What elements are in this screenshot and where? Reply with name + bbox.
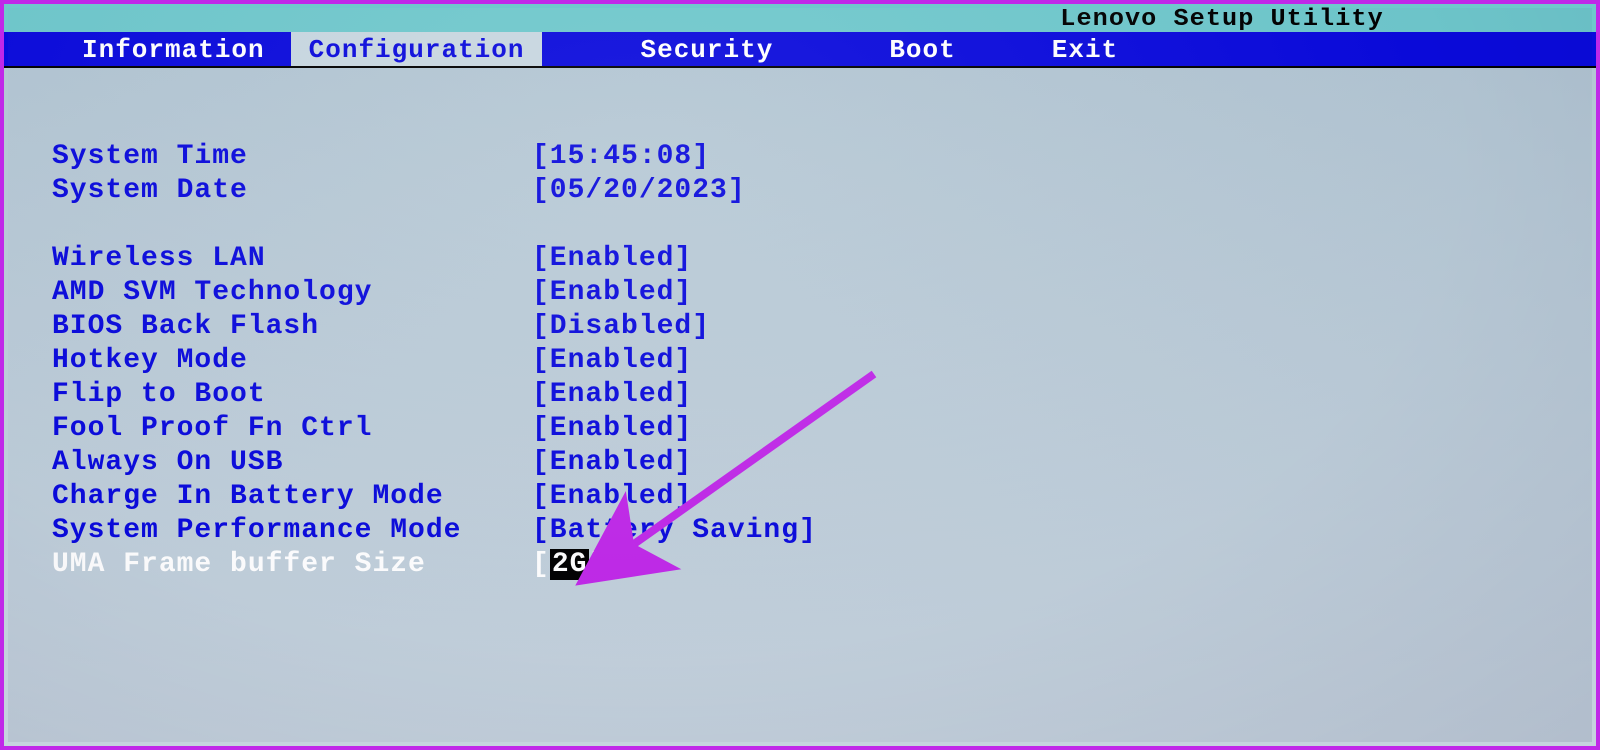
row-amd-svm[interactable]: AMD SVM Technology [Enabled]	[52, 276, 1556, 310]
row-system-date[interactable]: System Date [05/20/2023]	[52, 174, 1556, 208]
config-panel: System Time [15:45:08] System Date [05/2…	[4, 68, 1596, 746]
value-system-performance-mode[interactable]: [Battery Saving]	[532, 514, 817, 548]
label-system-date: System Date	[52, 174, 532, 208]
row-always-on-usb[interactable]: Always On USB [Enabled]	[52, 446, 1556, 480]
label-hotkey-mode: Hotkey Mode	[52, 344, 532, 378]
value-fool-proof-fn[interactable]: [Enabled]	[532, 412, 692, 446]
row-bios-back-flash[interactable]: BIOS Back Flash [Disabled]	[52, 310, 1556, 344]
row-system-time[interactable]: System Time [15:45:08]	[52, 140, 1556, 174]
row-uma-frame-buffer-size[interactable]: UMA Frame buffer Size [2G]	[52, 548, 1556, 582]
label-amd-svm: AMD SVM Technology	[52, 276, 532, 310]
title-bar: Lenovo Setup Utility	[4, 4, 1596, 32]
value-flip-to-boot[interactable]: [Enabled]	[532, 378, 692, 412]
row-flip-to-boot[interactable]: Flip to Boot [Enabled]	[52, 378, 1556, 412]
value-always-on-usb[interactable]: [Enabled]	[532, 446, 692, 480]
value-wireless-lan[interactable]: [Enabled]	[532, 242, 692, 276]
tab-information[interactable]: Information	[64, 32, 283, 66]
label-uma-frame-buffer-size: UMA Frame buffer Size	[52, 548, 532, 582]
label-bios-back-flash: BIOS Back Flash	[52, 310, 532, 344]
value-bios-back-flash[interactable]: [Disabled]	[532, 310, 710, 344]
app-title: Lenovo Setup Utility	[1060, 6, 1383, 34]
row-fool-proof-fn[interactable]: Fool Proof Fn Ctrl [Enabled]	[52, 412, 1556, 446]
label-flip-to-boot: Flip to Boot	[52, 378, 532, 412]
value-system-time[interactable]: [15:45:08]	[532, 140, 710, 174]
tab-row: Information Configuration Security Boot …	[4, 32, 1596, 68]
label-charge-in-battery: Charge In Battery Mode	[52, 480, 532, 514]
value-uma-frame-buffer-size[interactable]: [2G]	[532, 548, 607, 582]
row-wireless-lan[interactable]: Wireless LAN [Enabled]	[52, 242, 1556, 276]
value-charge-in-battery[interactable]: [Enabled]	[532, 480, 692, 514]
tab-boot[interactable]: Boot	[871, 32, 973, 66]
value-hotkey-mode[interactable]: [Enabled]	[532, 344, 692, 378]
label-system-performance-mode: System Performance Mode	[52, 514, 532, 548]
row-system-performance-mode[interactable]: System Performance Mode [Battery Saving]	[52, 514, 1556, 548]
value-system-date[interactable]: [05/20/2023]	[532, 174, 746, 208]
tab-exit[interactable]: Exit	[1034, 32, 1136, 66]
value-amd-svm[interactable]: [Enabled]	[532, 276, 692, 310]
row-hotkey-mode[interactable]: Hotkey Mode [Enabled]	[52, 344, 1556, 378]
tab-configuration[interactable]: Configuration	[291, 32, 543, 66]
label-wireless-lan: Wireless LAN	[52, 242, 532, 276]
label-always-on-usb: Always On USB	[52, 446, 532, 480]
value-uma-inner: 2G	[550, 549, 590, 580]
tab-security[interactable]: Security	[622, 32, 791, 66]
row-charge-in-battery[interactable]: Charge In Battery Mode [Enabled]	[52, 480, 1556, 514]
label-system-time: System Time	[52, 140, 532, 174]
label-fool-proof-fn: Fool Proof Fn Ctrl	[52, 412, 532, 446]
